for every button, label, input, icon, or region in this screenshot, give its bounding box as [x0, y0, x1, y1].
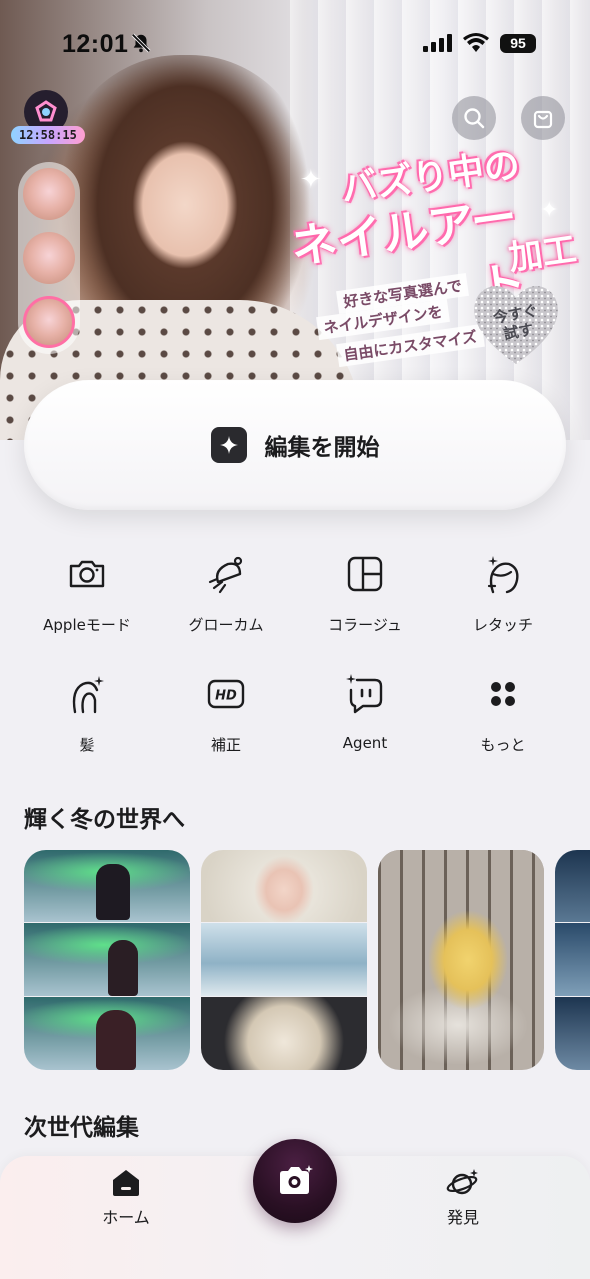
tool-label: グローカム — [188, 616, 264, 634]
shopping-bag-icon — [533, 110, 553, 129]
tool-label: もっと — [480, 736, 526, 754]
shop-button[interactable] — [521, 96, 565, 140]
template-card-snow-forest[interactable] — [378, 850, 544, 1070]
more-grid-icon — [491, 682, 515, 706]
sparkle-icon: ✦ — [540, 198, 559, 223]
tool-label: Agent — [342, 734, 388, 752]
bell-off-icon — [131, 33, 151, 53]
sparkle-edit-icon — [210, 427, 247, 463]
template-card-snow-fur[interactable] — [201, 850, 367, 1070]
tool-hair[interactable]: 髪 — [17, 672, 157, 755]
tab-home-label: ホーム — [102, 1208, 150, 1227]
tool-label: コラージュ — [328, 616, 402, 634]
beautycam-logo-icon — [35, 100, 57, 122]
home-icon — [113, 1170, 139, 1196]
tool-glow-cam[interactable]: グローカム — [156, 552, 296, 635]
section-title-winter: 輝く冬の世界へ — [24, 807, 185, 833]
hd-icon: HD — [207, 679, 245, 709]
tool-enhance[interactable]: HD 補正 — [156, 672, 296, 755]
headline-line3: 加工 — [506, 229, 579, 279]
agent-chat-icon — [346, 674, 383, 714]
cellular-signal-icon — [423, 34, 452, 52]
section-title-next-gen: 次世代編集 — [24, 1115, 139, 1141]
tab-home[interactable]: ホーム — [66, 1168, 186, 1228]
winter-carousel[interactable] — [24, 850, 590, 1072]
tool-agent[interactable]: Agent — [295, 672, 435, 752]
nail-style-thumb[interactable] — [23, 168, 75, 220]
hero-subtext: 好きな写真選んで ネイルデザインを 自由にカスタマイズ — [315, 272, 485, 368]
nail-style-thumb[interactable] — [23, 232, 75, 284]
tool-apple-mode[interactable]: Appleモード — [17, 552, 157, 635]
status-time: 12:01 — [62, 30, 129, 58]
countdown-timer: 12:58:15 — [11, 126, 85, 144]
start-editing-button[interactable]: 編集を開始 — [24, 380, 566, 510]
svg-text:HD: HD — [215, 689, 237, 704]
camera-icon — [69, 560, 105, 588]
tool-label: 補正 — [210, 736, 241, 754]
tab-discover[interactable]: 発見 — [403, 1168, 523, 1228]
tool-label: 髪 — [79, 736, 95, 754]
battery-indicator: 95 — [500, 34, 536, 53]
start-editing-label: 編集を開始 — [264, 435, 380, 461]
tool-retouch[interactable]: レタッチ — [433, 552, 573, 635]
wifi-icon — [463, 33, 489, 52]
search-button[interactable] — [452, 96, 496, 140]
nail-style-thumb-selected[interactable] — [23, 296, 75, 348]
status-bar: 12:01 95 — [0, 0, 590, 90]
sparkle-icon: ✦ — [300, 165, 322, 195]
tool-label: レタッチ — [472, 616, 533, 634]
nail-style-picker[interactable] — [18, 162, 80, 354]
template-card-night-lake[interactable] — [555, 850, 590, 1070]
tool-label: Appleモード — [43, 616, 131, 634]
planet-icon — [446, 1169, 478, 1195]
hair-icon — [72, 676, 104, 714]
collage-icon — [347, 556, 383, 592]
glow-cam-icon — [208, 556, 243, 594]
camera-sparkle-icon — [280, 1165, 313, 1194]
template-card-aurora[interactable] — [24, 850, 190, 1070]
tab-discover-label: 発見 — [446, 1208, 479, 1227]
search-icon — [464, 108, 485, 129]
tool-more[interactable]: もっと — [433, 672, 573, 755]
camera-capture-button[interactable] — [253, 1139, 337, 1223]
retouch-face-icon — [487, 556, 519, 594]
tool-collage[interactable]: コラージュ — [295, 552, 435, 635]
